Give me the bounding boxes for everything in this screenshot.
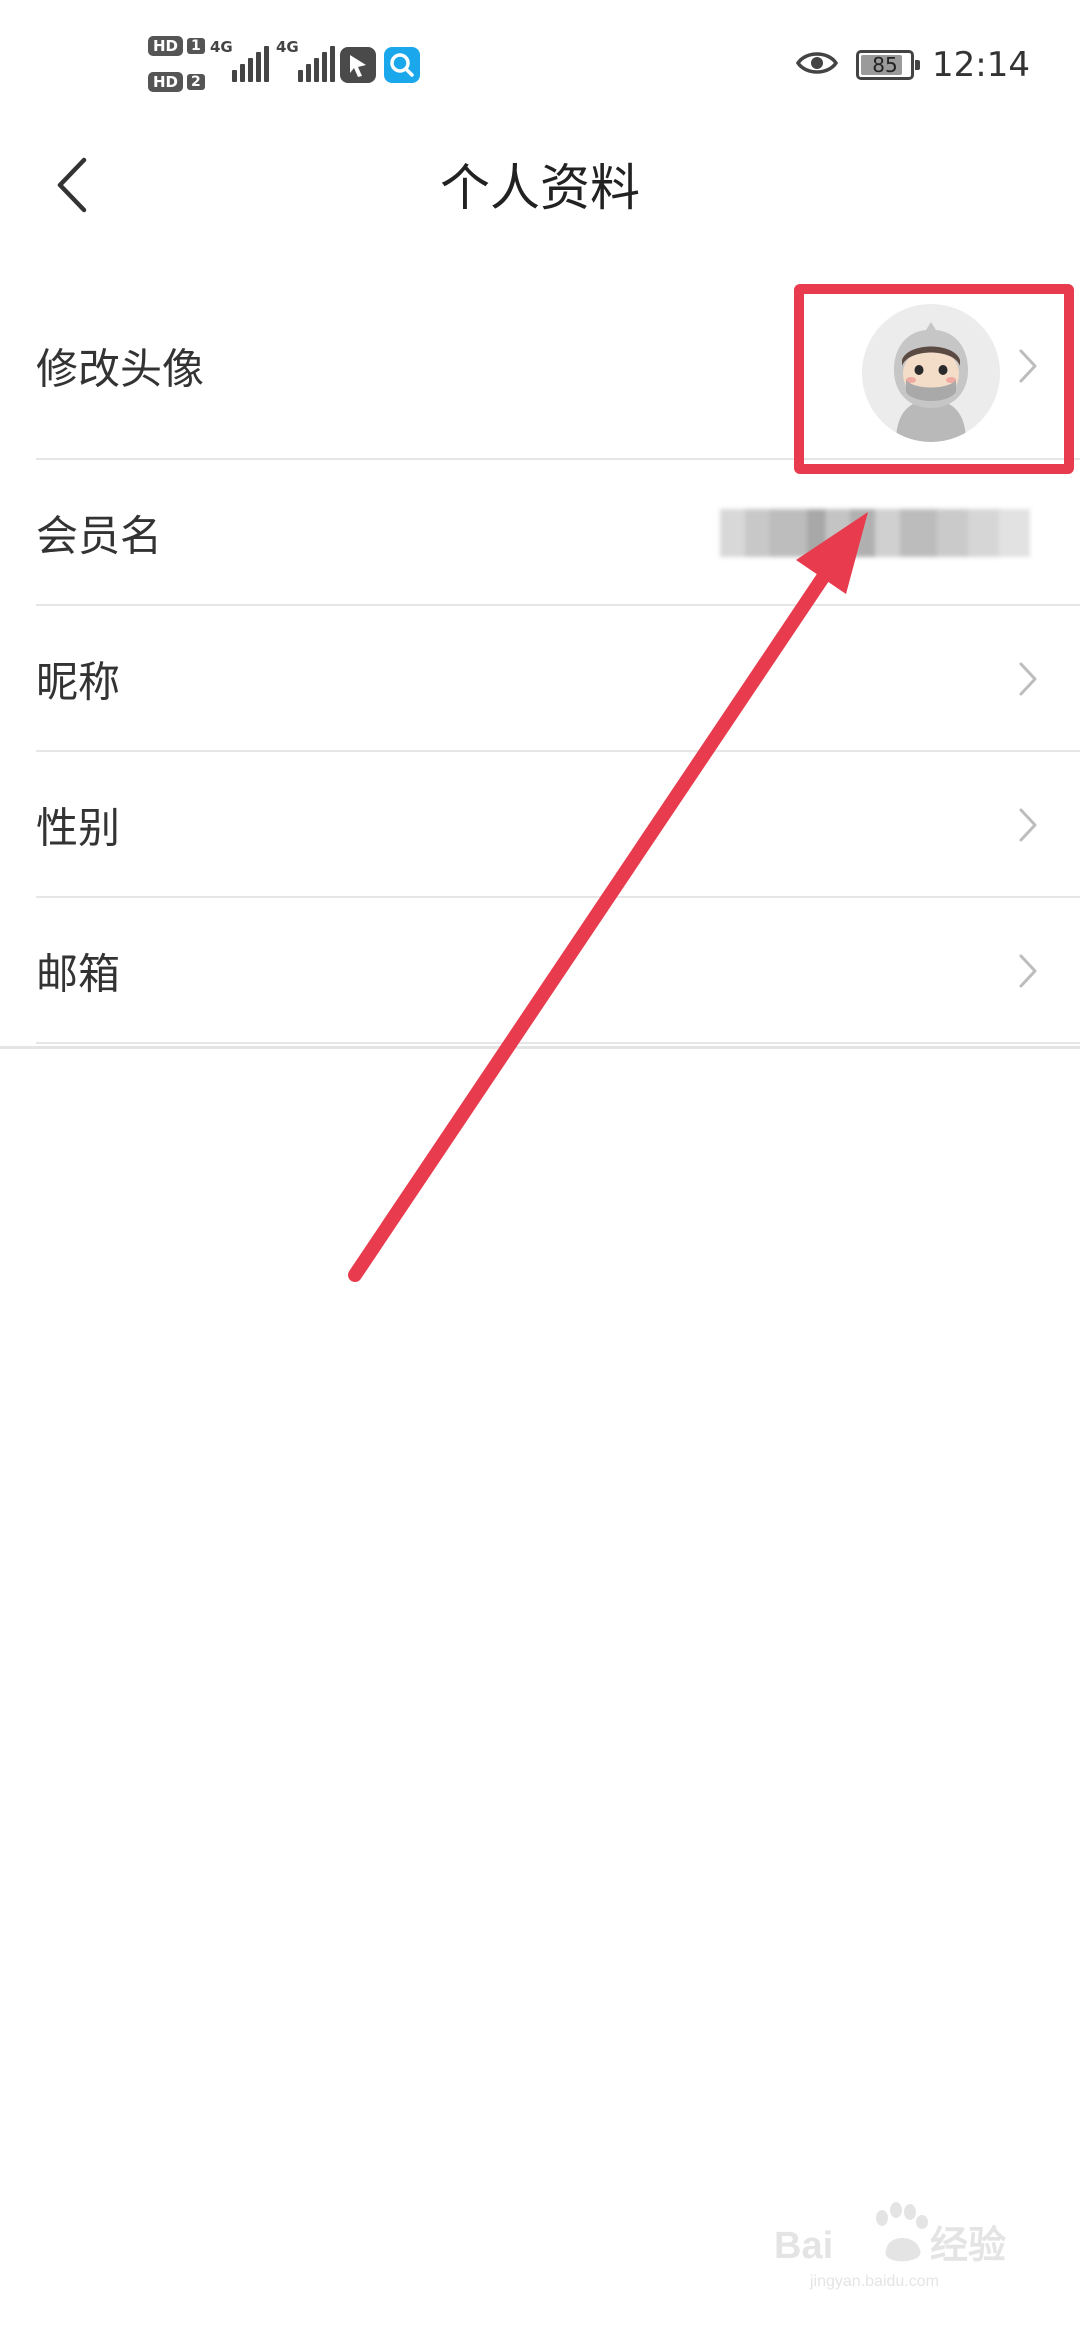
row-nickname[interactable]: 昵称: [0, 606, 1080, 752]
eye-icon: [795, 49, 839, 81]
signal-2-icon: 4G: [276, 38, 336, 84]
annotation-highlight-box: [794, 284, 1074, 474]
row-label-member-name: 会员名: [36, 511, 163, 561]
svg-text:Bai: Bai: [774, 2225, 833, 2267]
baidu-logo-watermark: Bai 经验 jingyan.baidu.com: [774, 2202, 1006, 2290]
sim1-indicator: HD 1: [148, 36, 205, 56]
status-bar: HD 1 HD 2 4G 4G 85 12:14: [0, 0, 1080, 130]
signal-1-icon: 4G: [210, 38, 270, 84]
sim1-number: 1: [187, 38, 205, 54]
sim2-indicator: HD 2: [148, 72, 205, 92]
svg-text:jingyan.baidu.com: jingyan.baidu.com: [809, 2273, 939, 2290]
chevron-right-icon: [1019, 662, 1037, 696]
member-name-obscured-value: [720, 509, 1030, 557]
network-1-label: 4G: [210, 38, 233, 56]
sim2-number: 2: [187, 74, 205, 90]
header: 个人资料: [0, 130, 1080, 235]
chevron-right-icon: [1019, 954, 1037, 988]
list-bottom-divider: [0, 1046, 1080, 1049]
row-label-nickname: 昵称: [36, 657, 121, 707]
chevron-right-icon: [1019, 808, 1037, 842]
row-email[interactable]: 邮箱: [0, 898, 1080, 1044]
clock: 12:14: [932, 45, 1030, 85]
row-gender[interactable]: 性别: [0, 752, 1080, 898]
battery-percent: 85: [872, 53, 898, 77]
status-right-group: 85 12:14: [795, 40, 1030, 90]
sim1-hd-label: HD: [148, 36, 184, 56]
app-notification-icon: [340, 47, 376, 83]
row-member-name: 会员名: [0, 460, 1080, 606]
battery-icon: 85: [856, 50, 921, 80]
page-title: 个人资料: [440, 159, 640, 217]
network-2-label: 4G: [276, 38, 299, 56]
row-label-email: 邮箱: [36, 949, 121, 999]
svg-text:经验: 经验: [930, 2225, 1006, 2267]
baidu-jingyan-watermark: Bai 经验 jingyan.baidu.com: [770, 2190, 1030, 2300]
search-app-icon: [384, 47, 420, 83]
row-label-gender: 性别: [36, 803, 121, 853]
sim2-hd-label: HD: [148, 72, 184, 92]
row-label-change-avatar: 修改头像: [36, 344, 205, 394]
